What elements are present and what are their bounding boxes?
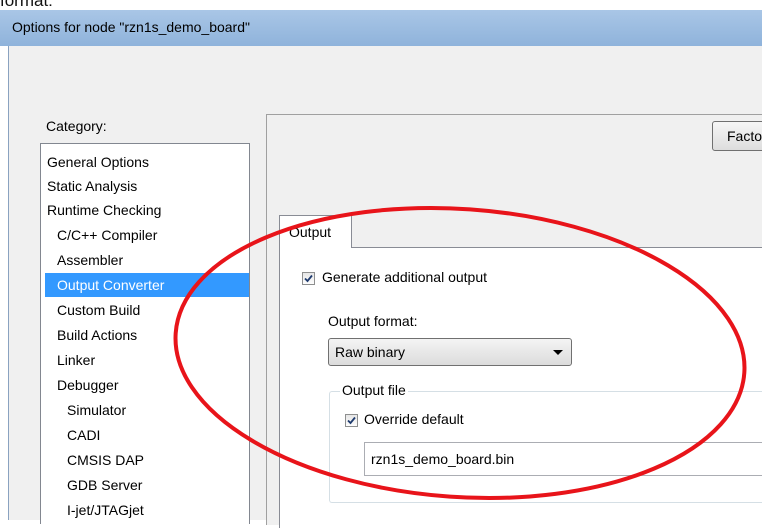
category-item-cmsis-dap[interactable]: CMSIS DAP — [63, 448, 245, 472]
category-item-gdb-server[interactable]: GDB Server — [63, 473, 245, 497]
category-item-simulator[interactable]: Simulator — [63, 398, 245, 422]
category-item-assembler[interactable]: Assembler — [53, 248, 245, 272]
override-default-label: Override default — [364, 411, 464, 427]
tab-output[interactable]: Output — [279, 215, 352, 248]
category-item-output-converter[interactable]: Output Converter — [45, 273, 249, 297]
category-list[interactable]: General Options Static Analysis Runtime … — [40, 143, 250, 524]
checkmark-icon — [347, 416, 356, 425]
output-format-label: Output format: — [328, 313, 418, 329]
category-item-linker[interactable]: Linker — [53, 348, 245, 372]
checkmark-icon — [304, 274, 313, 283]
dialog-title: Options for node "rzn1s_demo_board" — [12, 19, 250, 35]
category-item-cadi[interactable]: CADI — [63, 423, 245, 447]
category-label: Category: — [46, 118, 107, 134]
factory-settings-button[interactable]: Factory Settings — [712, 121, 762, 151]
output-format-value: Raw binary — [335, 344, 406, 360]
output-file-group-label: Output file — [340, 382, 408, 398]
generate-output-checkbox[interactable] — [302, 272, 315, 285]
dropdown-arrow-icon — [553, 350, 563, 355]
category-item-build-actions[interactable]: Build Actions — [53, 323, 245, 347]
category-item-cpp-compiler[interactable]: C/C++ Compiler — [53, 223, 245, 247]
dialog-titlebar: Options for node "rzn1s_demo_board" — [0, 10, 762, 46]
output-file-name-input[interactable]: rzn1s_demo_board.bin — [364, 442, 762, 476]
category-item-ijet-jtagjet[interactable]: I-jet/JTAGjet — [63, 498, 245, 522]
category-item-runtime-checking[interactable]: Runtime Checking — [43, 198, 245, 222]
category-item-custom-build[interactable]: Custom Build — [53, 298, 245, 322]
category-item-general-options[interactable]: General Options — [43, 150, 245, 174]
category-item-debugger[interactable]: Debugger — [53, 373, 245, 397]
output-format-select[interactable]: Raw binary — [328, 338, 572, 366]
override-default-checkbox[interactable] — [345, 414, 358, 427]
category-item-static-analysis[interactable]: Static Analysis — [43, 174, 245, 198]
generate-output-label: Generate additional output — [322, 269, 488, 285]
